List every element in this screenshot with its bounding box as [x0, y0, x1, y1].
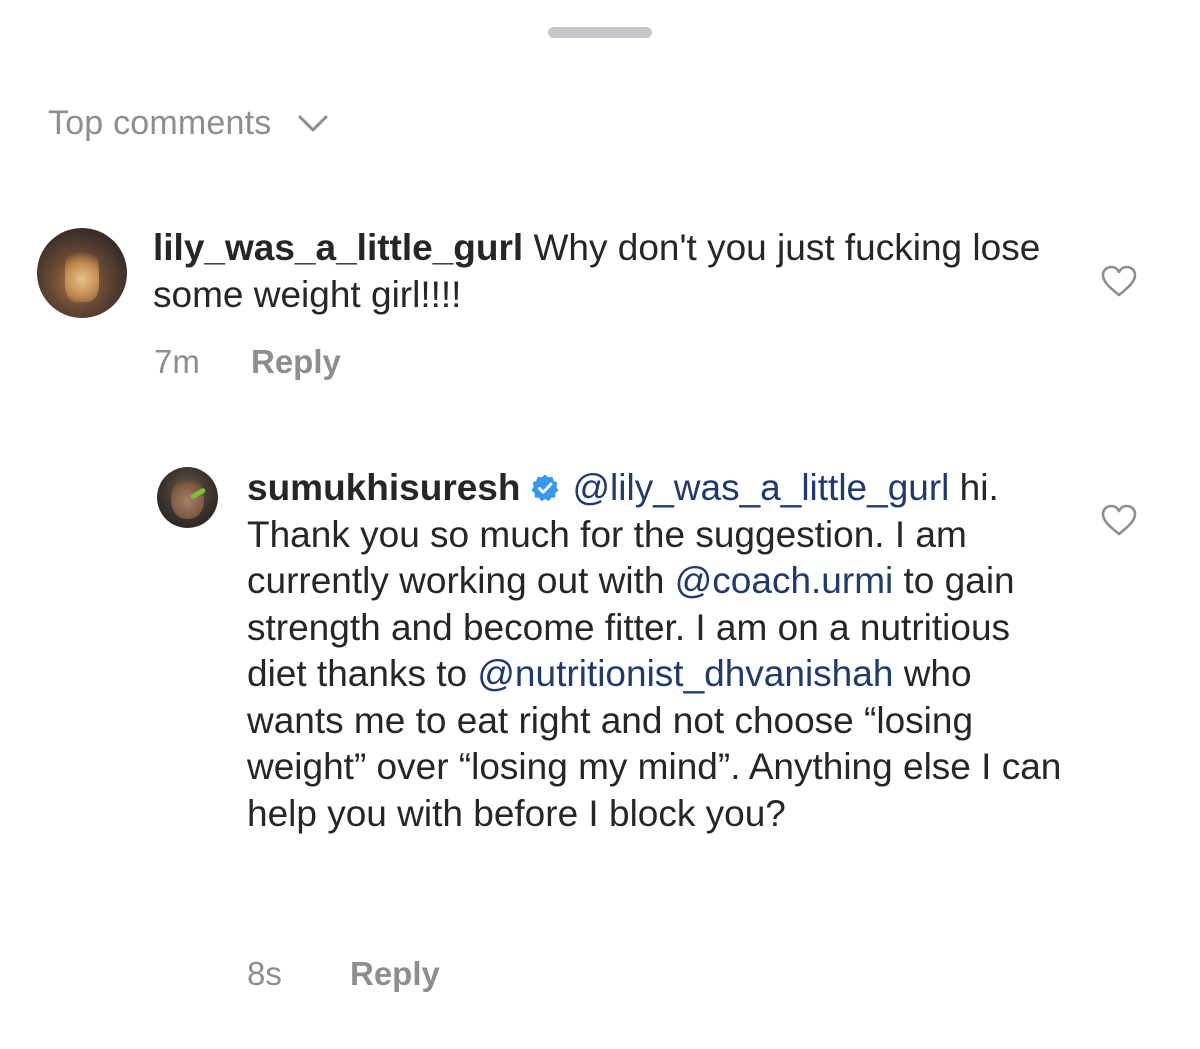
heart-outline-icon[interactable]: [1100, 503, 1138, 537]
reply-timestamp: 8s: [247, 955, 282, 992]
mention-link[interactable]: @lily_was_a_little_gurl: [572, 467, 949, 508]
chevron-down-icon: [298, 115, 328, 131]
reply-body: sumukhisuresh @lily_was_a_little_gurl hi…: [247, 465, 1067, 837]
comment-username[interactable]: lily_was_a_little_gurl: [153, 227, 523, 268]
heart-outline-icon[interactable]: [1100, 264, 1138, 298]
comment-meta: 7m Reply: [154, 343, 341, 381]
avatar-image: [65, 246, 99, 302]
sort-label: Top comments: [48, 104, 272, 142]
avatar-image: [171, 479, 204, 519]
mention-link[interactable]: @coach.urmi: [675, 560, 894, 601]
mention-link[interactable]: @nutritionist_dhvanishah: [477, 653, 893, 694]
verified-badge-icon: [531, 474, 559, 502]
drag-handle[interactable]: [548, 27, 652, 38]
comments-sheet: Top comments lily_was_a_little_gurl Why …: [0, 0, 1200, 1049]
reply-button[interactable]: Reply: [251, 343, 341, 381]
sort-dropdown[interactable]: Top comments: [48, 104, 329, 143]
reply-meta: 8s Reply: [247, 955, 440, 993]
reply-button[interactable]: Reply: [350, 955, 440, 993]
avatar[interactable]: [157, 467, 218, 528]
comment-timestamp: 7m: [154, 343, 200, 380]
reply-username[interactable]: sumukhisuresh: [247, 467, 520, 508]
avatar[interactable]: [37, 228, 127, 318]
comment-body: lily_was_a_little_gurl Why don't you jus…: [153, 225, 1053, 318]
